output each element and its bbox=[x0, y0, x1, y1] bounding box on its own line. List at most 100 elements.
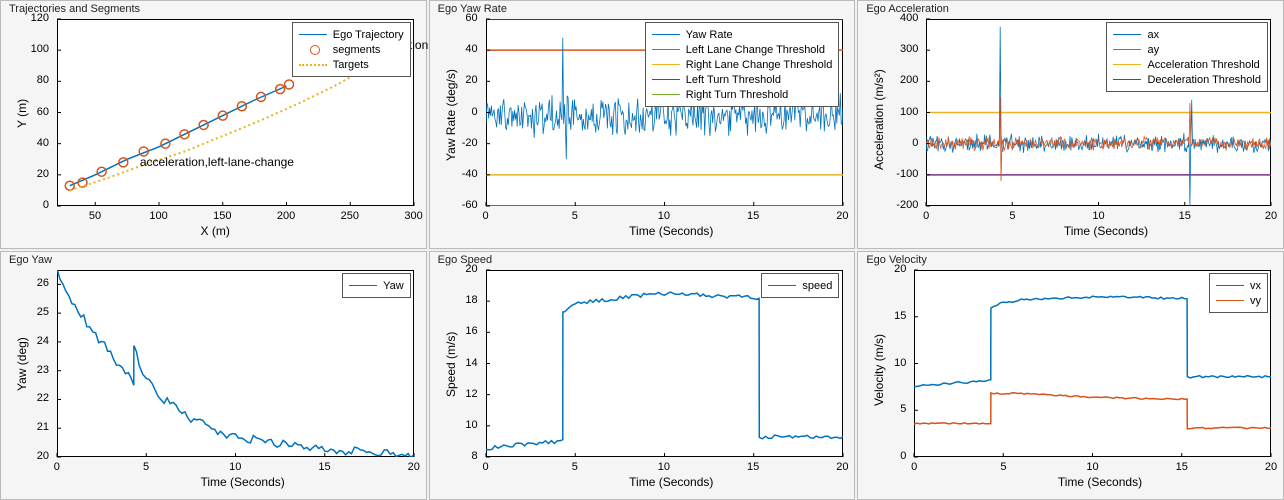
x-tick-label: 250 bbox=[341, 210, 359, 222]
legend-label: vx bbox=[1250, 280, 1261, 292]
legend-item[interactable]: Acceleration Threshold bbox=[1113, 57, 1261, 72]
x-tick-label: 15 bbox=[318, 461, 330, 473]
y-axis-label: Acceleration (m/s²) bbox=[872, 69, 886, 170]
x-axis-label: X (m) bbox=[201, 224, 230, 238]
legend-swatch-icon bbox=[1216, 285, 1244, 286]
legend-swatch-icon bbox=[1113, 64, 1141, 65]
y-tick-label: 120 bbox=[1, 12, 49, 24]
y-tick-label: 100 bbox=[1, 43, 49, 55]
legend[interactable]: Yaw RateLeft Lane Change ThresholdRight … bbox=[645, 22, 840, 107]
legend-swatch-icon bbox=[768, 285, 796, 286]
legend-item[interactable]: Yaw bbox=[349, 278, 404, 293]
legend-label: Deceleration Threshold bbox=[1147, 74, 1261, 86]
legend-item[interactable]: Targets bbox=[299, 57, 404, 72]
y-tick-label: 15 bbox=[858, 310, 906, 322]
x-tick-label: 0 bbox=[482, 210, 488, 222]
x-tick-label: 0 bbox=[923, 210, 929, 222]
x-tick-label: 15 bbox=[747, 461, 759, 473]
legend-label: Acceleration Threshold bbox=[1147, 59, 1259, 71]
y-tick-label: 26 bbox=[1, 277, 49, 289]
legend-swatch-icon bbox=[299, 64, 327, 66]
legend-item[interactable]: Left Turn Threshold bbox=[652, 72, 833, 87]
x-tick-label: 20 bbox=[836, 461, 848, 473]
x-tick-label: 20 bbox=[836, 210, 848, 222]
x-tick-label: 20 bbox=[408, 461, 420, 473]
y-tick-label: 8 bbox=[430, 450, 478, 462]
y-tick-label: 400 bbox=[858, 12, 918, 24]
y-tick-label: 100 bbox=[858, 106, 918, 118]
legend[interactable]: speed bbox=[761, 273, 839, 298]
legend-item[interactable]: ax bbox=[1113, 27, 1261, 42]
x-tick-label: 10 bbox=[1086, 461, 1098, 473]
legend-item[interactable]: ay bbox=[1113, 42, 1261, 57]
legend[interactable]: ax ay Acceleration Threshold Deceleration T… bbox=[1106, 22, 1268, 92]
legend-label: Left Lane Change Threshold bbox=[686, 44, 825, 56]
x-tick-label: 150 bbox=[213, 210, 231, 222]
x-tick-label: 5 bbox=[572, 461, 578, 473]
legend-swatch-icon bbox=[1113, 34, 1141, 35]
x-tick-label: 20 bbox=[1265, 210, 1277, 222]
legend-item[interactable]: speed bbox=[768, 278, 832, 293]
legend-item[interactable]: vx bbox=[1216, 278, 1261, 293]
axes[interactable] bbox=[486, 270, 843, 457]
y-tick-label: 20 bbox=[1, 450, 49, 462]
x-tick-label: 200 bbox=[277, 210, 295, 222]
y-tick-label: 0 bbox=[858, 450, 906, 462]
legend-label: ay bbox=[1147, 44, 1159, 56]
figure-grid: Trajectories and Segments501001502002503… bbox=[0, 0, 1284, 500]
y-tick-label: 300 bbox=[858, 43, 918, 55]
x-tick-label: 300 bbox=[404, 210, 422, 222]
x-tick-label: 15 bbox=[747, 210, 759, 222]
x-axis-label: Time (Seconds) bbox=[629, 475, 713, 489]
y-tick-label: -60 bbox=[430, 199, 478, 211]
y-tick-label: 0 bbox=[858, 137, 918, 149]
y-tick-label: 200 bbox=[858, 74, 918, 86]
y-tick-label: -200 bbox=[858, 199, 918, 211]
legend[interactable]: vxvy bbox=[1209, 273, 1268, 313]
x-axis-label: Time (Seconds) bbox=[201, 475, 285, 489]
x-axis-label: Time (Seconds) bbox=[629, 224, 713, 238]
panel-ego-yaw: Ego Yaw0510152020212223242526Time (Secon… bbox=[0, 251, 427, 500]
legend-swatch-icon bbox=[1216, 300, 1244, 301]
legend-swatch-icon bbox=[652, 64, 680, 65]
y-tick-label: 60 bbox=[430, 12, 478, 24]
legend-item[interactable]: Yaw Rate bbox=[652, 27, 833, 42]
legend-item[interactable]: Right Lane Change Threshold bbox=[652, 57, 833, 72]
legend[interactable]: Yaw bbox=[342, 273, 411, 298]
legend-label: Yaw Rate bbox=[686, 29, 733, 41]
y-tick-label: 21 bbox=[1, 421, 49, 433]
y-tick-label: 20 bbox=[430, 263, 478, 275]
axes[interactable] bbox=[57, 270, 414, 457]
x-tick-label: 15 bbox=[1176, 461, 1188, 473]
y-axis-label: Yaw Rate (deg/s) bbox=[444, 69, 458, 161]
legend-swatch-icon bbox=[652, 49, 680, 50]
legend-item[interactable]: vy bbox=[1216, 293, 1261, 308]
legend-swatch-icon bbox=[1113, 49, 1141, 50]
x-tick-label: 5 bbox=[143, 461, 149, 473]
annotation-text: tion bbox=[409, 38, 428, 52]
y-tick-label: -100 bbox=[858, 168, 918, 180]
panel-ego-yaw-rate: Ego Yaw Rate05101520-60-40-200204060Time… bbox=[429, 0, 856, 249]
y-tick-label: 40 bbox=[430, 43, 478, 55]
legend-swatch-icon bbox=[349, 285, 377, 286]
x-tick-label: 5 bbox=[572, 210, 578, 222]
legend-item[interactable]: Left Lane Change Threshold bbox=[652, 42, 833, 57]
legend[interactable]: Ego TrajectorysegmentsTargets bbox=[292, 22, 411, 77]
x-tick-label: 0 bbox=[482, 461, 488, 473]
x-axis-label: Time (Seconds) bbox=[1064, 224, 1148, 238]
legend-item[interactable]: Deceleration Threshold bbox=[1113, 72, 1261, 87]
y-tick-label: 10 bbox=[430, 419, 478, 431]
legend-label: Ego Trajectory bbox=[333, 29, 404, 41]
y-axis-label: Yaw (deg) bbox=[15, 337, 29, 391]
legend-item[interactable]: segments bbox=[299, 42, 404, 57]
panel-trajectories: Trajectories and Segments501001502002503… bbox=[0, 0, 427, 249]
legend-label: Yaw bbox=[383, 280, 404, 292]
x-tick-label: 15 bbox=[1179, 210, 1191, 222]
legend-label: speed bbox=[802, 280, 832, 292]
y-axis-label: Velocity (m/s) bbox=[872, 333, 886, 405]
panel-ego-speed: Ego Speed051015208101214161820Time (Seco… bbox=[429, 251, 856, 500]
legend-item[interactable]: Ego Trajectory bbox=[299, 27, 404, 42]
y-tick-label: 0 bbox=[1, 199, 49, 211]
legend-item[interactable]: Right Turn Threshold bbox=[652, 87, 833, 102]
y-tick-label: 20 bbox=[858, 263, 906, 275]
